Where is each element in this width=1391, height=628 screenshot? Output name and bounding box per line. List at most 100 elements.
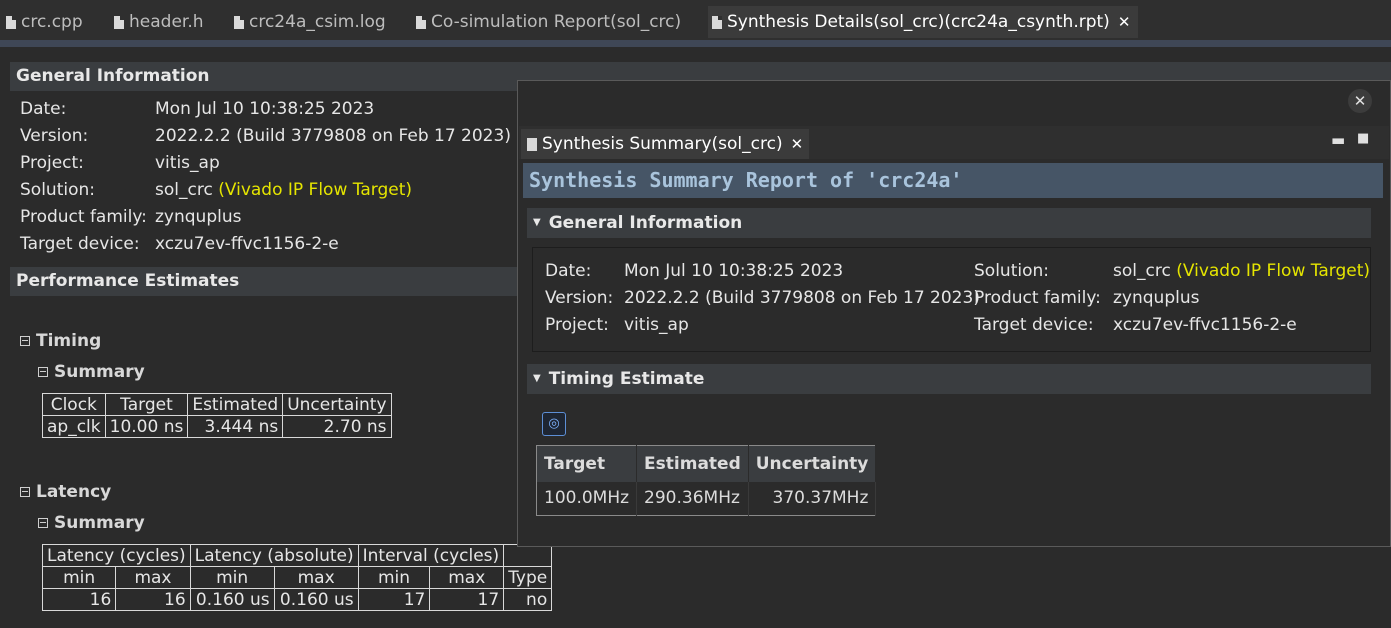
table-cell: 0.160 us — [189, 588, 275, 611]
info-row-product-family: Product family: zynquplus — [20, 207, 242, 227]
report-title: Synthesis Summary Report of 'crc24a' — [523, 163, 1383, 198]
table-header-cell: max — [115, 566, 191, 589]
info-row-date: Date: Mon Jul 10 10:38:25 2023 — [20, 99, 375, 119]
timing-tree-node[interactable]: Timing — [20, 331, 101, 351]
latency-summary-node[interactable]: Summary — [38, 513, 145, 533]
tab-label: Synthesis Details(sol_crc)(crc24a_csynth… — [727, 12, 1110, 32]
timing-summary-table: Clock Target Estimated Uncertainty ap_cl… — [42, 393, 392, 438]
table-header-cell: Interval (cycles) — [357, 544, 505, 567]
table-cell: 100.0MHz — [536, 481, 638, 516]
table-cell: 3.444 ns — [187, 415, 284, 438]
table-header-cell: min — [357, 566, 431, 589]
collapse-icon[interactable] — [20, 487, 30, 497]
table-row: 100.0MHz 290.36MHz 370.37MHz — [536, 481, 877, 516]
info-row-solution: Solution: sol_crc (Vivado IP Flow Target… — [20, 180, 412, 200]
tab-label: header.h — [129, 12, 204, 32]
info-product-family-key: Product family: — [974, 288, 1101, 308]
table-header-cell[interactable]: Target — [536, 445, 638, 482]
close-popup-icon[interactable]: ✕ — [1348, 89, 1372, 113]
table-header-cell: min — [41, 566, 117, 589]
table-cell: 17 — [357, 588, 431, 611]
info-target-device-value: xczu7ev-ffvc1156-2-e — [1113, 315, 1297, 335]
tab-synthesis-summary[interactable]: Synthesis Summary(sol_crc) ✕ — [521, 129, 810, 159]
table-row: ap_clk 10.00 ns 3.444 ns 2.70 ns — [42, 415, 392, 438]
collapse-icon[interactable] — [38, 367, 48, 377]
table-cell: ap_clk — [42, 415, 106, 438]
info-solution-value: sol_crc (Vivado IP Flow Target) — [1113, 261, 1370, 281]
synthesis-summary-popup: ✕ Synthesis Summary(sol_crc) ✕ ▬ ■ Synth… — [517, 80, 1391, 547]
info-version-value: 2022.2.2 (Build 3779808 on Feb 17 2023) — [624, 288, 980, 308]
expand-arrow-icon[interactable]: ▼ — [533, 364, 541, 394]
table-header-row: Latency (cycles) Latency (absolute) Inte… — [42, 544, 553, 567]
info-project-value: vitis_ap — [624, 315, 689, 335]
info-product-family-value: zynquplus — [1113, 288, 1200, 308]
table-header-cell: max — [429, 566, 505, 589]
maximize-icon[interactable]: ■ — [1357, 131, 1369, 146]
table-cell: no — [503, 588, 553, 611]
info-project-key: Project: — [545, 315, 609, 335]
table-header-cell: Target — [104, 393, 189, 416]
table-header-row: Clock Target Estimated Uncertainty — [42, 393, 392, 416]
log-file-icon — [234, 15, 244, 29]
close-icon[interactable]: ✕ — [1118, 13, 1131, 31]
tab-label: crc.cpp — [21, 12, 83, 32]
timing-estimate-table: Target Estimated Uncertainty 100.0MHz 29… — [536, 445, 877, 516]
table-header-cell[interactable]: Uncertainty — [748, 445, 877, 482]
table-header-cell: Latency (cycles) — [42, 544, 191, 567]
table-header-cell: Latency (absolute) — [189, 544, 359, 567]
info-row-version: Version: 2022.2.2 (Build 3779808 on Feb … — [20, 126, 511, 146]
table-header-cell: Type — [503, 566, 553, 589]
report-icon — [527, 137, 537, 151]
collapse-icon[interactable] — [38, 518, 48, 528]
table-header-cell: Clock — [42, 393, 106, 416]
info-target-device-key: Target device: — [974, 315, 1094, 335]
info-solution-key: Solution: — [974, 261, 1049, 281]
info-row-target-device: Target device: xczu7ev-ffvc1156-2-e — [20, 234, 339, 254]
minimize-icon[interactable]: ▬ — [1331, 131, 1345, 149]
table-header-cell[interactable]: Estimated — [636, 445, 749, 482]
table-header-cell: Uncertainty — [282, 393, 392, 416]
latency-tree-node[interactable]: Latency — [20, 482, 111, 502]
tab-label: crc24a_csim.log — [249, 12, 386, 32]
info-date-key: Date: — [545, 261, 592, 281]
table-row: 16 16 0.160 us 0.160 us 17 17 no — [41, 588, 553, 611]
report-icon — [712, 15, 722, 29]
tab-cosim-report[interactable]: Co-simulation Report(sol_crc) — [416, 6, 681, 38]
table-cell: 17 — [429, 588, 505, 611]
table-cell: 370.37MHz — [748, 481, 877, 516]
info-version-key: Version: — [545, 288, 614, 308]
tab-synthesis-details[interactable]: Synthesis Details(sol_crc)(crc24a_csynth… — [708, 6, 1139, 38]
tab-header-h[interactable]: header.h — [114, 6, 204, 38]
report-icon — [416, 15, 426, 29]
table-header-row: Target Estimated Uncertainty — [536, 445, 877, 482]
table-cell: 0.160 us — [273, 588, 359, 611]
latency-summary-table: Latency (cycles) Latency (absolute) Inte… — [41, 544, 553, 611]
general-info-section-header[interactable]: ▼ General Information — [527, 208, 1371, 238]
tab-csim-log[interactable]: crc24a_csim.log — [234, 6, 386, 38]
table-header-cell: max — [273, 566, 359, 589]
timing-summary-node[interactable]: Summary — [38, 362, 145, 382]
table-header-cell — [503, 544, 553, 567]
expand-arrow-icon[interactable]: ▼ — [533, 208, 541, 238]
editor-tab-bar: crc.cpp header.h crc24a_csim.log Co-simu… — [0, 0, 1391, 40]
table-subheader-row: min max min max min max Type — [41, 566, 553, 589]
tab-strip-divider — [0, 40, 1391, 47]
timing-estimate-section-header[interactable]: ▼ Timing Estimate — [527, 364, 1371, 394]
header-file-icon — [114, 15, 124, 29]
table-header-cell: Estimated — [187, 393, 284, 416]
collapse-icon[interactable] — [20, 336, 30, 346]
tab-label: Co-simulation Report(sol_crc) — [431, 12, 682, 32]
info-row-project: Project: vitis_ap — [20, 153, 220, 173]
table-cell: 16 — [41, 588, 117, 611]
table-header-cell: min — [189, 566, 275, 589]
clock-settings-icon[interactable]: ◎ — [542, 412, 566, 436]
tab-crc-cpp[interactable]: crc.cpp — [6, 6, 83, 38]
file-icon — [6, 15, 16, 29]
popup-tab-bar: Synthesis Summary(sol_crc) ✕ ▬ ■ — [519, 126, 1389, 159]
table-cell: 10.00 ns — [104, 415, 189, 438]
close-icon[interactable]: ✕ — [791, 135, 804, 153]
info-date-value: Mon Jul 10 10:38:25 2023 — [624, 261, 844, 281]
tab-label: Synthesis Summary(sol_crc) — [542, 134, 783, 154]
table-cell: 2.70 ns — [282, 415, 392, 438]
general-info-panel: Date: Mon Jul 10 10:38:25 2023 Version: … — [532, 247, 1371, 352]
